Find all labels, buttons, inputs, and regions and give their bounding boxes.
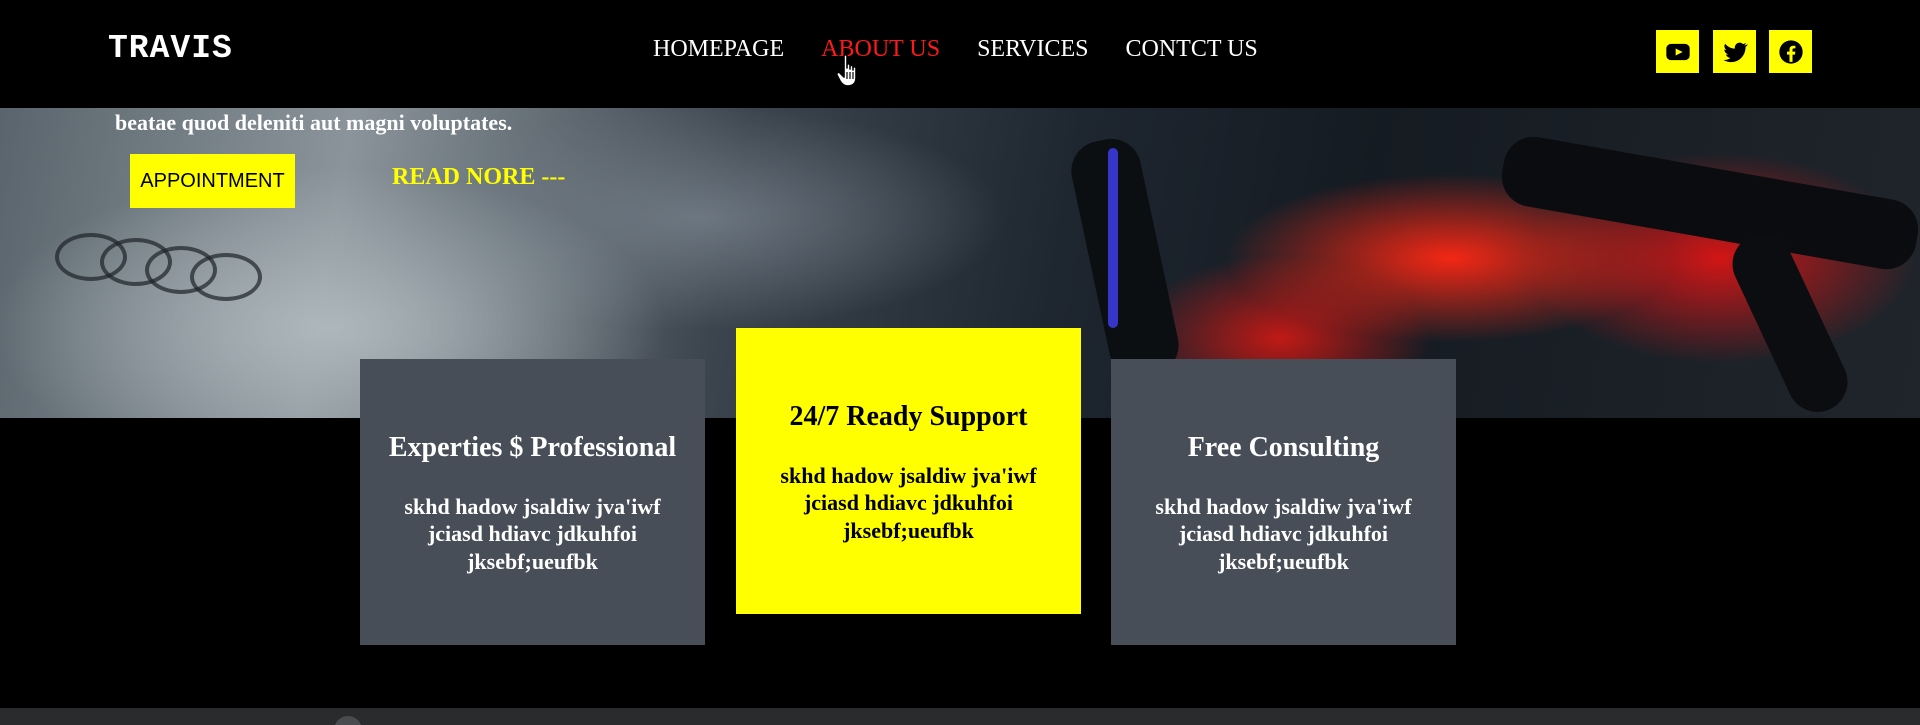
hero-text: beatae quod deleniti aut magni voluptate… (115, 110, 513, 135)
card-title: 24/7 Ready Support (789, 401, 1028, 432)
decor-hose (1065, 133, 1185, 383)
decor-hose (1108, 148, 1118, 328)
card-body: skhd hadow jsaldiw jva'iwf jciasd hdiavc… (1155, 493, 1412, 574)
bottom-scroll-strip (0, 708, 1920, 725)
decor-ring (190, 253, 262, 301)
card-body: skhd hadow jsaldiw jva'iwf jciasd hdiavc… (404, 493, 661, 574)
decor-hose (1497, 132, 1920, 274)
main-nav: HOMEPAGE ABOUT US SERVICES CONTCT US (653, 36, 1295, 63)
nav-homepage[interactable]: HOMEPAGE (653, 36, 784, 63)
card-title: Free Consulting (1187, 432, 1380, 463)
nav-contact-us[interactable]: CONTCT US (1126, 36, 1258, 63)
nav-services[interactable]: SERVICES (977, 36, 1088, 63)
service-card-support: 24/7 Ready Support skhd hadow jsaldiw jv… (736, 328, 1081, 614)
youtube-icon[interactable] (1656, 30, 1699, 73)
top-navbar: TRAVIS HOMEPAGE ABOUT US SERVICES CONTCT… (0, 0, 1920, 108)
card-title: Experties $ Professional (388, 432, 677, 463)
service-card-expertise: Experties $ Professional skhd hadow jsal… (360, 359, 705, 645)
brand-logo[interactable]: TRAVIS (108, 30, 233, 67)
card-body: skhd hadow jsaldiw jva'iwf jciasd hdiavc… (780, 462, 1037, 543)
hand-cursor-icon (836, 54, 857, 87)
service-card-consulting: Free Consulting skhd hadow jsaldiw jva'i… (1111, 359, 1456, 645)
twitter-icon[interactable] (1713, 30, 1756, 73)
facebook-icon[interactable] (1769, 30, 1812, 73)
appointment-button[interactable]: APPOINTMENT (130, 154, 295, 208)
read-more-link[interactable]: READ NORE --- (392, 164, 565, 191)
